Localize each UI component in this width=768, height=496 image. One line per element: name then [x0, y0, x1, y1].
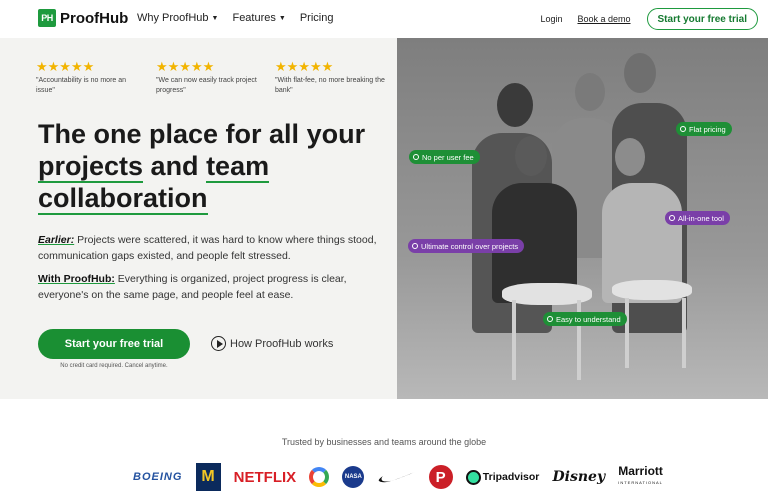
- testimonial: ★★★★★ "Accountability is no more an issu…: [36, 60, 146, 96]
- testimonial-quote: "Accountability is no more an issue": [36, 77, 127, 94]
- nav-pricing[interactable]: Pricing: [300, 12, 334, 24]
- nav-why-proofhub[interactable]: Why ProofHub ▼: [137, 12, 218, 24]
- hero-text-panel: ★★★★★ "Accountability is no more an issu…: [0, 38, 397, 399]
- headline-collaboration: collaboration: [38, 183, 208, 215]
- login-link[interactable]: Login: [540, 14, 562, 24]
- hero-headline: The one place for all your projects and …: [38, 118, 388, 215]
- nav-features-label: Features: [232, 12, 276, 24]
- chip-label: No per user fee: [422, 152, 474, 162]
- marriott-logo: Marriott INTERNATIONAL: [618, 464, 663, 488]
- chip-flat-pricing: Flat pricing: [676, 122, 732, 136]
- nasa-logo: NASA: [342, 466, 365, 488]
- with-proofhub-label: With ProofHub:: [38, 273, 115, 285]
- person-head: [497, 83, 533, 127]
- with-proofhub-paragraph: With ProofHub: Everything is organized, …: [38, 271, 378, 303]
- person-head: [624, 53, 656, 93]
- hero-free-trial-button[interactable]: Start your free trial: [38, 329, 190, 359]
- nav-why-label: Why ProofHub: [137, 12, 209, 24]
- nav-free-trial-button[interactable]: Start your free trial: [646, 8, 758, 30]
- testimonial-quote: "We can now easily track project progres…: [156, 77, 257, 94]
- circle-icon: [547, 316, 553, 322]
- testimonial: ★★★★★ "With flat-fee, no more breaking t…: [275, 60, 385, 96]
- hero-team-photo: Flat pricing No per user fee All-in-one …: [397, 38, 768, 399]
- proofhub-logo[interactable]: PH ProofHub: [38, 9, 128, 27]
- person-head: [515, 136, 547, 176]
- top-navbar: PH ProofHub Why ProofHub ▼ Features ▼ Pric…: [0, 0, 768, 38]
- chip-easy-to-understand: Easy to understand: [543, 312, 627, 326]
- book-demo-link[interactable]: Book a demo: [577, 14, 630, 24]
- nike-logo: [378, 472, 415, 483]
- tripadvisor-owl-icon: [465, 469, 481, 485]
- logo-mark: PH: [38, 9, 56, 27]
- circle-icon: [669, 215, 675, 221]
- star-rating: ★★★★★: [36, 59, 95, 74]
- how-it-works-label: How ProofHub works: [230, 337, 334, 350]
- headline-line1: The one place for all your: [38, 119, 366, 149]
- testimonial: ★★★★★ "We can now easily track project p…: [156, 60, 266, 96]
- chip-label: Flat pricing: [689, 124, 726, 134]
- marriott-sub-label: INTERNATIONAL: [618, 480, 663, 485]
- star-rating: ★★★★★: [275, 59, 334, 74]
- circle-icon: [413, 154, 419, 160]
- headline-team: team: [206, 151, 270, 183]
- earlier-text: Projects were scattered, it was hard to …: [38, 234, 377, 262]
- nav-links: Why ProofHub ▼ Features ▼ Pricing: [137, 12, 333, 24]
- person-head: [575, 73, 605, 111]
- boeing-logo: BOEING: [133, 471, 183, 483]
- headline-projects: projects: [38, 151, 144, 183]
- play-icon: [211, 336, 226, 351]
- circle-icon: [680, 126, 686, 132]
- earlier-label: Earlier:: [38, 234, 75, 246]
- chevron-down-icon: ▼: [211, 14, 219, 22]
- tripadvisor-logo: Tripadvisor: [465, 469, 540, 485]
- testimonial-quote: "With flat-fee, no more breaking the ban…: [275, 77, 385, 94]
- circle-icon: [412, 243, 418, 249]
- trusted-by-title: Trusted by businesses and teams around t…: [281, 437, 487, 447]
- netflix-logo: NETFLIX: [233, 468, 297, 486]
- chip-no-per-user-fee: No per user fee: [409, 150, 480, 164]
- stool-leg: [512, 300, 516, 380]
- pinterest-logo: P: [428, 465, 453, 489]
- how-it-works-link[interactable]: How ProofHub works: [211, 336, 333, 351]
- marriott-label: Marriott: [618, 464, 663, 478]
- star-rating: ★★★★★: [156, 59, 215, 74]
- client-logos: BOEING M NETFLIX NASA P Tripadvisor Disn…: [133, 462, 663, 492]
- stool: [612, 280, 692, 300]
- disney-logo: Disney: [552, 469, 606, 485]
- logo-text: ProofHub: [60, 9, 129, 27]
- chevron-down-icon: ▼: [278, 14, 286, 22]
- cta-note: No credit card required. Cancel anytime.: [60, 363, 168, 369]
- nav-actions: Login Book a demo Start your free trial: [540, 8, 758, 30]
- michigan-logo: M: [195, 463, 221, 491]
- chip-label: All-in-one tool: [678, 213, 724, 223]
- person-head: [615, 138, 645, 176]
- google-logo: [309, 467, 330, 487]
- stool-leg: [625, 298, 629, 368]
- chip-ultimate-control: Ultimate control over projects: [408, 239, 525, 253]
- headline-and: and: [143, 151, 207, 181]
- nav-features[interactable]: Features ▼: [232, 12, 285, 24]
- chip-all-in-one: All-in-one tool: [665, 211, 730, 225]
- earlier-paragraph: Earlier: Projects were scattered, it was…: [38, 232, 378, 264]
- tripadvisor-label: Tripadvisor: [482, 471, 540, 483]
- stool-leg: [682, 298, 686, 368]
- chip-label: Ultimate control over projects: [421, 241, 519, 251]
- chip-label: Easy to understand: [556, 314, 621, 324]
